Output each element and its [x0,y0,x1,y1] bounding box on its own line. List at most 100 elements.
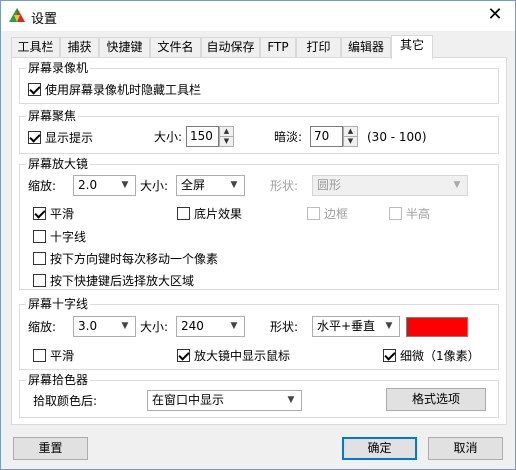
picker-group: 屏幕拾色器 拾取颜色后: 在窗口中显示 ▼ 格式选项 [19,373,499,418]
tab-panel-other: 屏幕录像机 使用屏幕录像机时隐藏工具栏 屏幕聚焦 显示提示 大小: 150 ▲ … [11,57,507,425]
magnifier-zoom-select[interactable]: 2.0 ▼ [73,175,136,196]
focus-size-spin-buttons[interactable]: ▲ ▼ [219,126,234,147]
show-cursor-checkbox-box[interactable] [177,349,190,362]
fine-line-label: 细微（1像素） [400,349,480,363]
app-logo-icon [9,8,25,22]
magnifier-group: 屏幕放大镜 缩放: 2.0 ▼ 大小: 全屏 ▼ 形状: 圆形 ▼ 平滑 底片效… [19,157,499,290]
border-label: 边框 [324,207,349,221]
tab-editor[interactable]: 编辑器 [341,37,391,58]
magnifier-shape-select[interactable]: 圆形 ▼ [312,175,468,196]
crosshair-smooth-checkbox[interactable]: 平滑 [33,347,74,364]
hide-toolbar-label: 使用屏幕录像机时隐藏工具栏 [45,83,202,97]
crosshair-size-label: 大小: [140,320,169,334]
show-hint-checkbox-box[interactable] [28,131,41,144]
arrow-step-checkbox-box[interactable] [33,252,46,265]
crosshair-zoom-value: 3.0 [78,319,98,333]
crosshair-shape-value: 水平+垂直 [317,319,376,333]
tab-autosave[interactable]: 自动保存 [201,37,260,58]
chevron-down-icon: ▼ [287,395,295,405]
chevron-down-icon: ▼ [230,180,238,190]
after-pick-label: 拾取颜色后: [33,394,98,408]
tab-toolbar[interactable]: 工具栏 [11,37,60,58]
crosshair-size-select[interactable]: 240 ▼ [176,316,245,337]
tab-filename[interactable]: 文件名 [150,37,201,58]
spin-up-icon[interactable]: ▲ [220,127,233,137]
spin-down-icon[interactable]: ▼ [344,137,357,147]
crosshair-checkbox-box[interactable] [33,230,46,243]
crosshair-size-value: 240 [181,319,204,333]
show-hint-label: 显示提示 [45,131,94,145]
close-button[interactable]: ✕ [483,4,507,28]
tab-ftp[interactable]: FTP [260,37,296,58]
magnifier-smooth-checkbox[interactable]: 平滑 [33,205,74,222]
chevron-down-icon: ▼ [453,180,461,190]
half-height-checkbox[interactable]: 半高 [389,205,430,222]
magnifier-zoom-label: 缩放: [28,179,57,193]
after-pick-select[interactable]: 在窗口中显示 ▼ [147,390,302,411]
hotkey-select-label: 按下快捷键后选择放大区域 [50,274,195,288]
chevron-down-icon: ▼ [121,180,129,190]
format-options-button[interactable]: 格式选项 [386,388,486,411]
border-checkbox[interactable]: 边框 [307,205,348,222]
tab-capture[interactable]: 捕获 [60,37,99,58]
window-title: 设置 [31,12,58,27]
crosshair-smooth-label: 平滑 [50,349,75,363]
magnifier-size-value: 全屏 [181,178,206,192]
picker-group-title: 屏幕拾色器 [26,373,91,387]
crosshair-checkbox[interactable]: 十字线 [33,228,86,245]
cancel-button[interactable]: 取消 [428,437,503,460]
chevron-down-icon: ▼ [385,321,393,331]
chevron-down-icon: ▼ [121,321,129,331]
tab-hotkeys[interactable]: 快捷键 [99,37,150,58]
recorder-group: 屏幕录像机 使用屏幕录像机时隐藏工具栏 [19,61,499,104]
crosshair-color-swatch[interactable] [406,317,468,337]
show-cursor-label: 放大镜中显示鼠标 [194,349,291,363]
dim-spin-buttons[interactable]: ▲ ▼ [343,126,358,147]
tab-print[interactable]: 打印 [296,37,341,58]
magnifier-size-label: 大小: [140,179,169,193]
dim-spinner[interactable]: 70 ▲ ▼ [310,126,358,147]
tab-other[interactable]: 其它 [391,35,433,59]
arrow-step-label: 按下方向键时每次移动一个像素 [50,252,219,266]
crosshair-group: 屏幕十字线 缩放: 3.0 ▼ 大小: 240 ▼ 形状: 水平+垂直 ▼ 平滑 [19,297,499,370]
hotkey-select-checkbox[interactable]: 按下快捷键后选择放大区域 [33,272,194,289]
arrow-step-checkbox[interactable]: 按下方向键时每次移动一个像素 [33,250,218,267]
dim-range-hint: (30 - 100) [367,130,427,144]
hide-toolbar-checkbox-box[interactable] [28,83,41,96]
crosshair-smooth-checkbox-box[interactable] [33,349,46,362]
title-bar[interactable]: 设置 ✕ [1,1,515,31]
crosshair-shape-label: 形状: [270,320,299,334]
dim-label: 暗淡: [274,130,303,144]
recorder-group-title: 屏幕录像机 [26,61,91,75]
show-hint-checkbox[interactable]: 显示提示 [28,129,93,146]
focus-size-spinner[interactable]: 150 ▲ ▼ [186,126,234,147]
negative-effect-checkbox[interactable]: 底片效果 [177,205,242,222]
crosshair-shape-select[interactable]: 水平+垂直 ▼ [312,316,400,337]
spin-up-icon[interactable]: ▲ [344,127,357,137]
fine-line-checkbox-box[interactable] [383,349,396,362]
hotkey-select-checkbox-box[interactable] [33,274,46,287]
crosshair-group-title: 屏幕十字线 [26,297,91,311]
magnifier-shape-value: 圆形 [317,178,342,192]
focus-size-value: 150 [190,129,213,143]
spin-down-icon[interactable]: ▼ [220,137,233,147]
half-height-checkbox-box[interactable] [389,207,402,220]
magnifier-smooth-checkbox-box[interactable] [33,207,46,220]
negative-effect-checkbox-box[interactable] [177,207,190,220]
reset-button[interactable]: 重置 [13,437,88,460]
fine-line-checkbox[interactable]: 细微（1像素） [383,347,480,364]
magnifier-smooth-label: 平滑 [50,207,75,221]
show-cursor-checkbox[interactable]: 放大镜中显示鼠标 [177,347,290,364]
tab-strip: 工具栏 捕获 快捷键 文件名 自动保存 FTP 打印 编辑器 其它 [11,35,507,59]
chevron-down-icon: ▼ [230,321,238,331]
magnifier-shape-label: 形状: [270,179,299,193]
magnifier-size-select[interactable]: 全屏 ▼ [176,175,245,196]
ok-button[interactable]: 确定 [342,437,417,460]
hide-toolbar-checkbox[interactable]: 使用屏幕录像机时隐藏工具栏 [28,81,201,98]
focus-size-label: 大小: [154,130,183,144]
crosshair-zoom-label: 缩放: [28,320,57,334]
crosshair-zoom-select[interactable]: 3.0 ▼ [73,316,136,337]
focus-group-title: 屏幕聚焦 [26,109,79,123]
half-height-label: 半高 [406,207,431,221]
border-checkbox-box[interactable] [307,207,320,220]
